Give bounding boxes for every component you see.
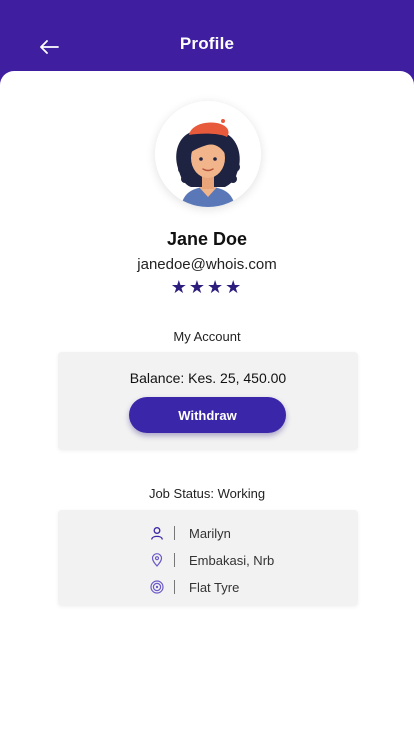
job-row-issue: Flat Tyre: [150, 576, 239, 598]
balance-text: Balance: Kes. 25, 450.00: [129, 370, 287, 386]
person-icon: [150, 526, 164, 540]
user-avatar-illustration: [155, 101, 261, 207]
issue-text: Flat Tyre: [189, 579, 240, 595]
location-text: Embakasi, Nrb: [189, 552, 275, 568]
withdraw-button[interactable]: Withdraw: [129, 397, 286, 433]
divider: [174, 526, 175, 540]
star-rating: ★★★★: [170, 277, 244, 297]
location-pin-icon: [150, 553, 164, 567]
user-name: Jane Doe: [166, 229, 248, 249]
job-status-card: Marilyn Embakasi, Nrb Flat Tyre: [58, 510, 358, 606]
page-title: Profile: [179, 34, 235, 53]
tyre-icon: [150, 580, 164, 594]
user-email: janedoe@whois.com: [137, 256, 277, 273]
my-account-title: My Account: [173, 329, 241, 344]
divider: [174, 580, 175, 594]
divider: [174, 553, 175, 567]
job-row-location: Embakasi, Nrb: [150, 549, 274, 571]
avatar: [155, 101, 261, 207]
customer-name: Marilyn: [189, 525, 231, 541]
balance-card: Balance: Kes. 25, 450.00 Withdraw: [58, 352, 358, 450]
job-status-title: Job Status: Working: [148, 486, 266, 501]
job-row-customer: Marilyn: [150, 522, 231, 544]
